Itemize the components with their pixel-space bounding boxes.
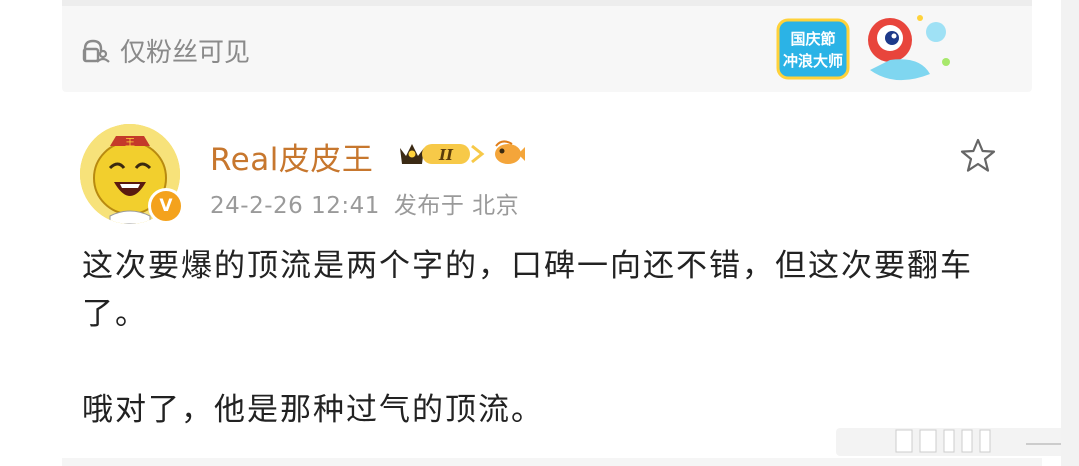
app-watermark-icon xyxy=(836,428,1066,456)
post-time: 24-2-26 12:41 xyxy=(210,193,380,219)
crown-badge-icon[interactable]: II xyxy=(398,136,490,170)
bottom-divider xyxy=(62,458,1042,466)
author-name[interactable]: Real皮皮王 xyxy=(210,134,373,179)
national-day-sticker: 国庆節 冲浪大师 xyxy=(776,15,950,81)
post-location: 发布于 北京 xyxy=(393,193,520,219)
verified-badge: V xyxy=(148,188,184,224)
fish-icon[interactable] xyxy=(490,136,526,170)
visibility-label: 仅粉丝可见 xyxy=(120,37,251,68)
right-edge xyxy=(1061,0,1079,466)
sticker-line2: 冲浪大师 xyxy=(783,52,843,70)
svg-text:王: 王 xyxy=(125,138,135,149)
star-icon[interactable] xyxy=(958,136,998,176)
vip-level-label: II xyxy=(438,146,454,164)
post-meta: 24-2-26 12:41 发布于 北京 xyxy=(210,186,519,220)
visibility-indicator: 仅粉丝可见 xyxy=(80,32,250,68)
lock-people-icon xyxy=(82,39,110,63)
post-content: 这次要爆的顶流是两个字的，口碑一向还不错，但这次要翻车了。 xyxy=(82,248,973,332)
top-divider xyxy=(62,0,1032,6)
sticker-line1: 国庆節 xyxy=(790,30,835,48)
